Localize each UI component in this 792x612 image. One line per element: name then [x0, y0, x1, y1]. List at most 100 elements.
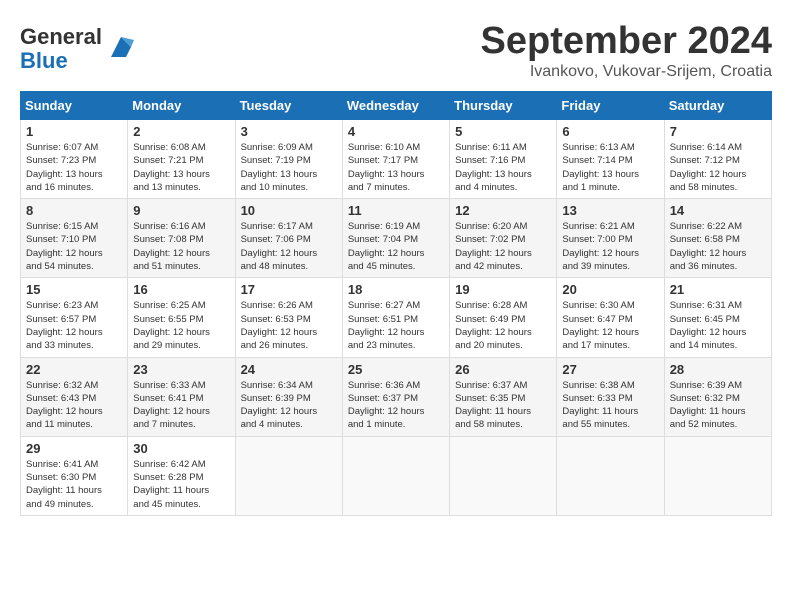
day-info: Sunrise: 6:33 AMSunset: 6:41 PMDaylight:… [133, 379, 229, 432]
day-info: Sunrise: 6:22 AMSunset: 6:58 PMDaylight:… [670, 220, 766, 273]
table-row: 14 Sunrise: 6:22 AMSunset: 6:58 PMDaylig… [664, 199, 771, 278]
table-row: 27 Sunrise: 6:38 AMSunset: 6:33 PMDaylig… [557, 357, 664, 436]
table-row: 13 Sunrise: 6:21 AMSunset: 7:00 PMDaylig… [557, 199, 664, 278]
day-info: Sunrise: 6:23 AMSunset: 6:57 PMDaylight:… [26, 299, 122, 352]
day-info: Sunrise: 6:19 AMSunset: 7:04 PMDaylight:… [348, 220, 444, 273]
calendar-week-row: 1 Sunrise: 6:07 AMSunset: 7:23 PMDayligh… [21, 120, 772, 199]
day-number: 7 [670, 124, 766, 139]
day-info: Sunrise: 6:13 AMSunset: 7:14 PMDaylight:… [562, 141, 658, 194]
day-info: Sunrise: 6:39 AMSunset: 6:32 PMDaylight:… [670, 379, 766, 432]
day-info: Sunrise: 6:07 AMSunset: 7:23 PMDaylight:… [26, 141, 122, 194]
table-row [235, 436, 342, 515]
day-number: 16 [133, 282, 229, 297]
day-info: Sunrise: 6:08 AMSunset: 7:21 PMDaylight:… [133, 141, 229, 194]
col-friday: Friday [557, 92, 664, 120]
day-info: Sunrise: 6:20 AMSunset: 7:02 PMDaylight:… [455, 220, 551, 273]
day-number: 19 [455, 282, 551, 297]
col-thursday: Thursday [450, 92, 557, 120]
day-number: 2 [133, 124, 229, 139]
day-number: 22 [26, 362, 122, 377]
day-number: 3 [241, 124, 337, 139]
day-number: 13 [562, 203, 658, 218]
day-info: Sunrise: 6:42 AMSunset: 6:28 PMDaylight:… [133, 458, 229, 511]
day-number: 10 [241, 203, 337, 218]
col-wednesday: Wednesday [342, 92, 449, 120]
table-row: 9 Sunrise: 6:16 AMSunset: 7:08 PMDayligh… [128, 199, 235, 278]
col-sunday: Sunday [21, 92, 128, 120]
table-row: 30 Sunrise: 6:42 AMSunset: 6:28 PMDaylig… [128, 436, 235, 515]
day-info: Sunrise: 6:21 AMSunset: 7:00 PMDaylight:… [562, 220, 658, 273]
table-row: 16 Sunrise: 6:25 AMSunset: 6:55 PMDaylig… [128, 278, 235, 357]
day-number: 5 [455, 124, 551, 139]
day-number: 1 [26, 124, 122, 139]
table-row: 20 Sunrise: 6:30 AMSunset: 6:47 PMDaylig… [557, 278, 664, 357]
day-number: 30 [133, 441, 229, 456]
table-row: 29 Sunrise: 6:41 AMSunset: 6:30 PMDaylig… [21, 436, 128, 515]
day-info: Sunrise: 6:11 AMSunset: 7:16 PMDaylight:… [455, 141, 551, 194]
logo-icon [106, 32, 136, 62]
day-info: Sunrise: 6:26 AMSunset: 6:53 PMDaylight:… [241, 299, 337, 352]
day-info: Sunrise: 6:32 AMSunset: 6:43 PMDaylight:… [26, 379, 122, 432]
table-row: 23 Sunrise: 6:33 AMSunset: 6:41 PMDaylig… [128, 357, 235, 436]
day-info: Sunrise: 6:10 AMSunset: 7:17 PMDaylight:… [348, 141, 444, 194]
table-row: 2 Sunrise: 6:08 AMSunset: 7:21 PMDayligh… [128, 120, 235, 199]
day-info: Sunrise: 6:27 AMSunset: 6:51 PMDaylight:… [348, 299, 444, 352]
logo-general: General [20, 24, 102, 49]
day-info: Sunrise: 6:31 AMSunset: 6:45 PMDaylight:… [670, 299, 766, 352]
day-number: 18 [348, 282, 444, 297]
col-monday: Monday [128, 92, 235, 120]
day-number: 12 [455, 203, 551, 218]
table-row: 21 Sunrise: 6:31 AMSunset: 6:45 PMDaylig… [664, 278, 771, 357]
day-number: 6 [562, 124, 658, 139]
day-number: 14 [670, 203, 766, 218]
day-info: Sunrise: 6:16 AMSunset: 7:08 PMDaylight:… [133, 220, 229, 273]
table-row: 11 Sunrise: 6:19 AMSunset: 7:04 PMDaylig… [342, 199, 449, 278]
day-info: Sunrise: 6:38 AMSunset: 6:33 PMDaylight:… [562, 379, 658, 432]
table-row: 3 Sunrise: 6:09 AMSunset: 7:19 PMDayligh… [235, 120, 342, 199]
day-number: 8 [26, 203, 122, 218]
calendar-table: Sunday Monday Tuesday Wednesday Thursday… [20, 91, 772, 516]
day-info: Sunrise: 6:17 AMSunset: 7:06 PMDaylight:… [241, 220, 337, 273]
calendar-header-row: Sunday Monday Tuesday Wednesday Thursday… [21, 92, 772, 120]
table-row: 25 Sunrise: 6:36 AMSunset: 6:37 PMDaylig… [342, 357, 449, 436]
day-number: 4 [348, 124, 444, 139]
day-number: 11 [348, 203, 444, 218]
day-info: Sunrise: 6:30 AMSunset: 6:47 PMDaylight:… [562, 299, 658, 352]
table-row: 26 Sunrise: 6:37 AMSunset: 6:35 PMDaylig… [450, 357, 557, 436]
table-row [664, 436, 771, 515]
table-row: 17 Sunrise: 6:26 AMSunset: 6:53 PMDaylig… [235, 278, 342, 357]
day-info: Sunrise: 6:36 AMSunset: 6:37 PMDaylight:… [348, 379, 444, 432]
calendar-subtitle: Ivankovo, Vukovar-Srijem, Croatia [481, 63, 773, 81]
table-row: 19 Sunrise: 6:28 AMSunset: 6:49 PMDaylig… [450, 278, 557, 357]
table-row: 6 Sunrise: 6:13 AMSunset: 7:14 PMDayligh… [557, 120, 664, 199]
calendar-week-row: 8 Sunrise: 6:15 AMSunset: 7:10 PMDayligh… [21, 199, 772, 278]
day-number: 29 [26, 441, 122, 456]
calendar-week-row: 22 Sunrise: 6:32 AMSunset: 6:43 PMDaylig… [21, 357, 772, 436]
table-row: 18 Sunrise: 6:27 AMSunset: 6:51 PMDaylig… [342, 278, 449, 357]
table-row: 5 Sunrise: 6:11 AMSunset: 7:16 PMDayligh… [450, 120, 557, 199]
table-row: 7 Sunrise: 6:14 AMSunset: 7:12 PMDayligh… [664, 120, 771, 199]
table-row [342, 436, 449, 515]
table-row: 24 Sunrise: 6:34 AMSunset: 6:39 PMDaylig… [235, 357, 342, 436]
day-number: 27 [562, 362, 658, 377]
table-row: 22 Sunrise: 6:32 AMSunset: 6:43 PMDaylig… [21, 357, 128, 436]
calendar-week-row: 29 Sunrise: 6:41 AMSunset: 6:30 PMDaylig… [21, 436, 772, 515]
calendar-title: September 2024 [481, 20, 773, 63]
day-info: Sunrise: 6:37 AMSunset: 6:35 PMDaylight:… [455, 379, 551, 432]
title-block: September 2024 Ivankovo, Vukovar-Srijem,… [481, 20, 773, 81]
logo-blue: Blue [20, 48, 68, 73]
day-number: 26 [455, 362, 551, 377]
day-number: 9 [133, 203, 229, 218]
header: General Blue September 2024 Ivankovo, Vu… [20, 20, 772, 81]
day-info: Sunrise: 6:34 AMSunset: 6:39 PMDaylight:… [241, 379, 337, 432]
col-tuesday: Tuesday [235, 92, 342, 120]
day-number: 20 [562, 282, 658, 297]
day-number: 21 [670, 282, 766, 297]
table-row [557, 436, 664, 515]
table-row: 28 Sunrise: 6:39 AMSunset: 6:32 PMDaylig… [664, 357, 771, 436]
day-info: Sunrise: 6:28 AMSunset: 6:49 PMDaylight:… [455, 299, 551, 352]
table-row [450, 436, 557, 515]
table-row: 1 Sunrise: 6:07 AMSunset: 7:23 PMDayligh… [21, 120, 128, 199]
day-number: 23 [133, 362, 229, 377]
table-row: 4 Sunrise: 6:10 AMSunset: 7:17 PMDayligh… [342, 120, 449, 199]
